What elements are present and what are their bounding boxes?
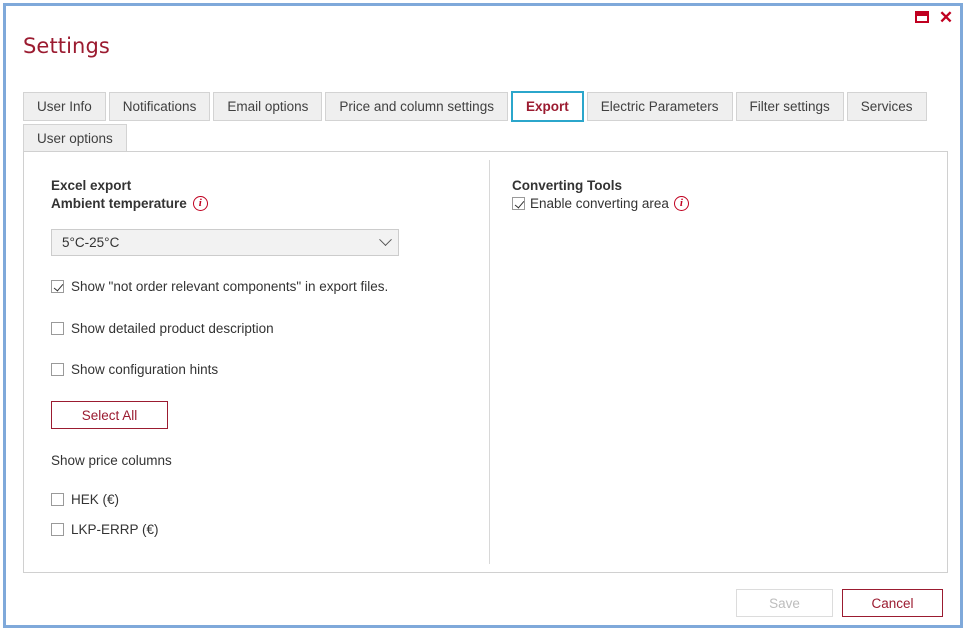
tab-user-options[interactable]: User options [23,124,127,153]
cancel-label: Cancel [871,595,914,611]
checkbox-not-order-relevant[interactable]: Show "not order relevant components" in … [51,279,489,294]
save-label: Save [769,595,800,611]
tab-services[interactable]: Services [846,92,927,121]
info-icon[interactable]: i [192,196,208,211]
window-controls: ✕ [914,7,954,27]
select-all-button[interactable]: Select All [51,401,168,429]
settings-dialog-window: ✕ Settings User Info Notifications Email… [3,3,963,628]
ambient-temperature-label: Ambient temperature [51,196,187,211]
tab-filter-settings[interactable]: Filter settings [735,92,844,121]
tab-user-info[interactable]: User Info [23,92,106,121]
ambient-temperature-value: 5°C-25°C [62,235,120,250]
price-columns-list: HEK (€) LKP-ERRP (€) [51,492,489,537]
checkbox-detailed-product-description[interactable]: Show detailed product description [51,321,489,336]
export-settings-panel: Excel export Ambient temperature i 5°C-2… [23,151,948,573]
tab-label: Services [860,99,913,114]
checkbox-label: LKP-ERRP (€) [71,522,159,537]
tab-label: Price and column settings [339,99,494,114]
checkbox-configuration-hints[interactable]: Show configuration hints [51,362,489,377]
tab-label: Export [525,99,569,114]
excel-export-column: Excel export Ambient temperature i 5°C-2… [24,178,489,572]
tab-label: Email options [227,99,309,114]
excel-export-heading: Excel export [51,178,132,193]
info-icon[interactable]: i [673,196,689,211]
tab-bar: User Info Notifications Email options Pr… [23,91,948,153]
checkbox-box [51,280,64,293]
checkbox-label: Enable converting area [530,196,669,211]
ambient-temperature-select[interactable]: 5°C-25°C [51,229,399,256]
converting-tools-heading: Converting Tools [512,178,622,193]
tab-email-options[interactable]: Email options [213,92,323,121]
restore-window-button[interactable] [914,9,930,25]
checkbox-lkp-errp[interactable]: LKP-ERRP (€) [51,522,489,537]
restore-icon [915,11,929,23]
tab-label: User options [37,131,113,146]
tab-label: Notifications [122,99,197,114]
ambient-temperature-label-row: Ambient temperature i [51,196,489,211]
checkbox-hek[interactable]: HEK (€) [51,492,489,507]
checkbox-label: Show detailed product description [71,321,274,336]
checkbox-box [51,363,64,376]
tab-label: Filter settings [749,99,830,114]
tab-label: Electric Parameters [600,99,719,114]
checkbox-box [51,493,64,506]
checkbox-label: Show configuration hints [71,362,219,377]
tab-bar-row-2: User options [23,124,948,153]
checkbox-box [51,322,64,335]
checkbox-label: Show "not order relevant components" in … [71,279,389,294]
page-title: Settings [23,34,110,58]
checkbox-box [512,197,525,210]
close-icon: ✕ [938,7,954,27]
checkbox-box [51,523,64,536]
save-button[interactable]: Save [736,589,833,617]
tab-price-and-column-settings[interactable]: Price and column settings [325,92,508,121]
checkbox-label: HEK (€) [71,492,120,507]
select-all-label: Select All [81,407,138,423]
chevron-down-icon [379,233,392,247]
close-window-button[interactable]: ✕ [938,7,954,27]
tab-electric-parameters[interactable]: Electric Parameters [586,92,733,121]
converting-tools-column: Converting Tools Enable converting area … [490,178,947,572]
cancel-button[interactable]: Cancel [842,589,943,617]
dialog-footer: Save Cancel [6,581,960,625]
show-price-columns-label: Show price columns [51,453,172,468]
checkbox-enable-converting-area[interactable]: Enable converting area i [512,196,947,211]
tab-notifications[interactable]: Notifications [108,92,211,121]
tab-label: User Info [37,99,92,114]
tab-export[interactable]: Export [510,91,584,122]
